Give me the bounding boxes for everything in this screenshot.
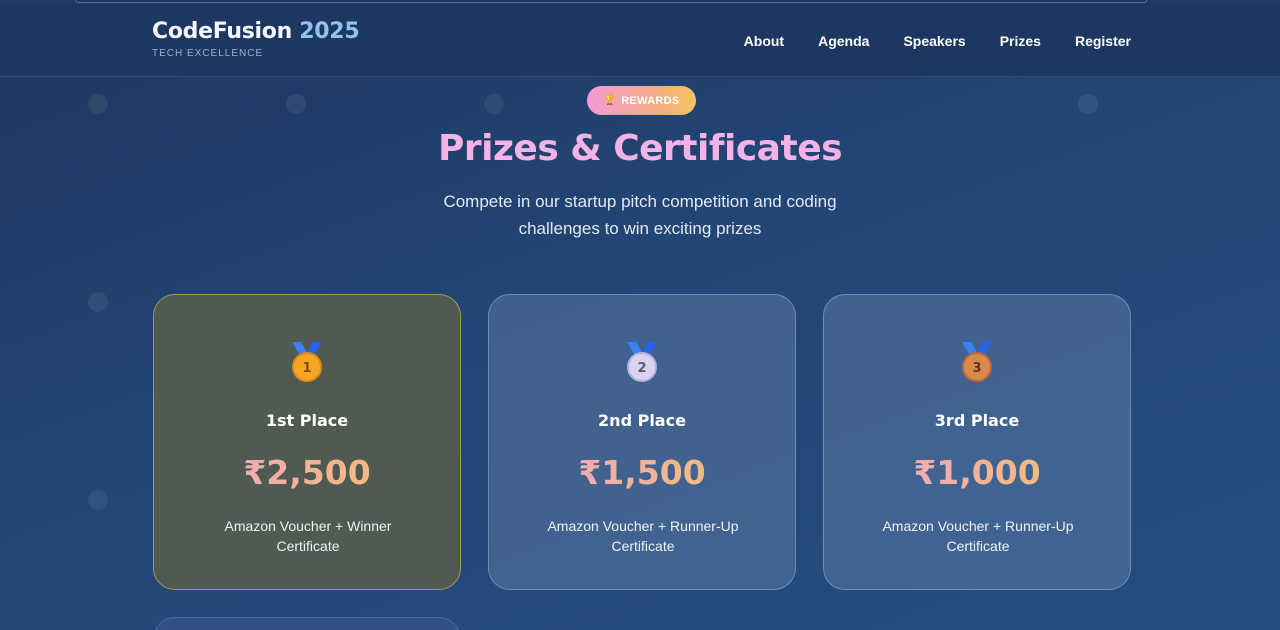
prize-description: Amazon Voucher + Winner Certificate	[224, 518, 392, 554]
prize-description: Amazon Voucher + Runner-Up Certificate	[547, 518, 739, 554]
background-dot	[88, 490, 108, 510]
brand-tagline: TECH EXCELLENCE	[152, 48, 264, 59]
prize-amount: ₹2,500	[154, 453, 460, 492]
nav-link-agenda[interactable]: Agenda	[818, 33, 869, 49]
background-dot	[1078, 94, 1098, 114]
prize-card-partial	[153, 617, 461, 630]
background-dot	[88, 94, 108, 114]
background-dot	[88, 292, 108, 312]
prize-card-third: 3 3rd Place ₹1,000 Amazon Voucher + Runn…	[823, 294, 1131, 590]
bronze-medal-icon: 3	[962, 342, 992, 382]
section-subtitle: Compete in our startup pitch competition…	[443, 192, 837, 238]
background-dot	[286, 94, 306, 114]
main-nav: About Agenda Speakers Prizes Register	[744, 4, 1131, 77]
nav-link-about[interactable]: About	[744, 33, 784, 49]
prize-place: 3rd Place	[934, 411, 1020, 430]
nav-link-speakers[interactable]: Speakers	[903, 33, 965, 49]
section-title: Prizes & Certificates	[437, 128, 843, 169]
nav-link-prizes[interactable]: Prizes	[1000, 33, 1041, 49]
site-header: CodeFusion 2025 TECH EXCELLENCE About Ag…	[0, 4, 1280, 77]
nav-link-register[interactable]: Register	[1075, 33, 1131, 49]
prize-place: 2nd Place	[598, 411, 686, 430]
svg-text:3: 3	[972, 361, 981, 376]
svg-text:1: 1	[302, 361, 311, 376]
rewards-badge: 🏆 REWARDS	[587, 86, 696, 115]
gold-medal-icon: 1	[292, 342, 322, 382]
brand-name-year: 2025	[299, 19, 360, 44]
prize-card-first: 1 1st Place ₹2,500 Amazon Voucher + Winn…	[153, 294, 461, 590]
brand-name: CodeFusion 2025	[152, 18, 360, 46]
prize-place: 1st Place	[265, 411, 349, 430]
prize-card-second: 2 2nd Place ₹1,500 Amazon Voucher + Runn…	[488, 294, 796, 590]
trophy-icon: 🏆	[603, 95, 617, 106]
svg-text:2: 2	[637, 361, 646, 376]
rewards-badge-label: REWARDS	[621, 94, 680, 107]
prize-description: Amazon Voucher + Runner-Up Certificate	[882, 518, 1074, 554]
silver-medal-icon: 2	[627, 342, 657, 382]
prize-amount: ₹1,000	[824, 453, 1130, 492]
brand-logo[interactable]: CodeFusion 2025 TECH EXCELLENCE	[152, 18, 360, 59]
brand-name-main: CodeFusion	[152, 19, 292, 44]
prize-amount: ₹1,500	[489, 453, 795, 492]
background-dot	[484, 94, 504, 114]
